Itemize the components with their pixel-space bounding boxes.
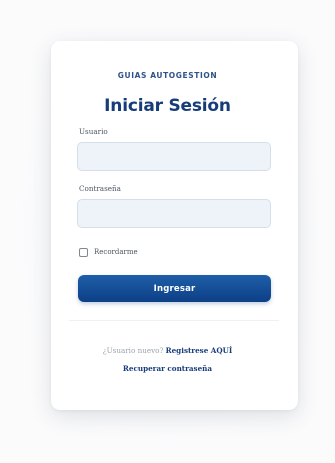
username-input[interactable] [77, 142, 271, 171]
remember-me-row[interactable]: Recordarme [79, 246, 138, 258]
login-button[interactable]: Ingresar [78, 275, 271, 302]
username-label: Usuario [79, 127, 108, 136]
remember-me-label[interactable]: Recordarme [94, 248, 138, 256]
register-link[interactable]: Registrese AQUÍ [166, 346, 233, 355]
divider [69, 320, 279, 321]
page-background: GUIAS AUTOGESTION Iniciar Sesión Usuario… [0, 0, 335, 463]
brand-name: GUIAS AUTOGESTION [117, 71, 218, 80]
recover-password-link[interactable]: Recuperar contraseña [0, 364, 335, 373]
page-title: Iniciar Sesión [104, 96, 231, 116]
register-question: ¿Usuario nuevo? [102, 346, 164, 355]
remember-me-checkbox[interactable] [79, 247, 88, 257]
password-input[interactable] [77, 199, 271, 228]
password-label: Contraseña [79, 184, 121, 193]
register-row: ¿Usuario nuevo? Registrese AQUÍ [0, 346, 335, 355]
